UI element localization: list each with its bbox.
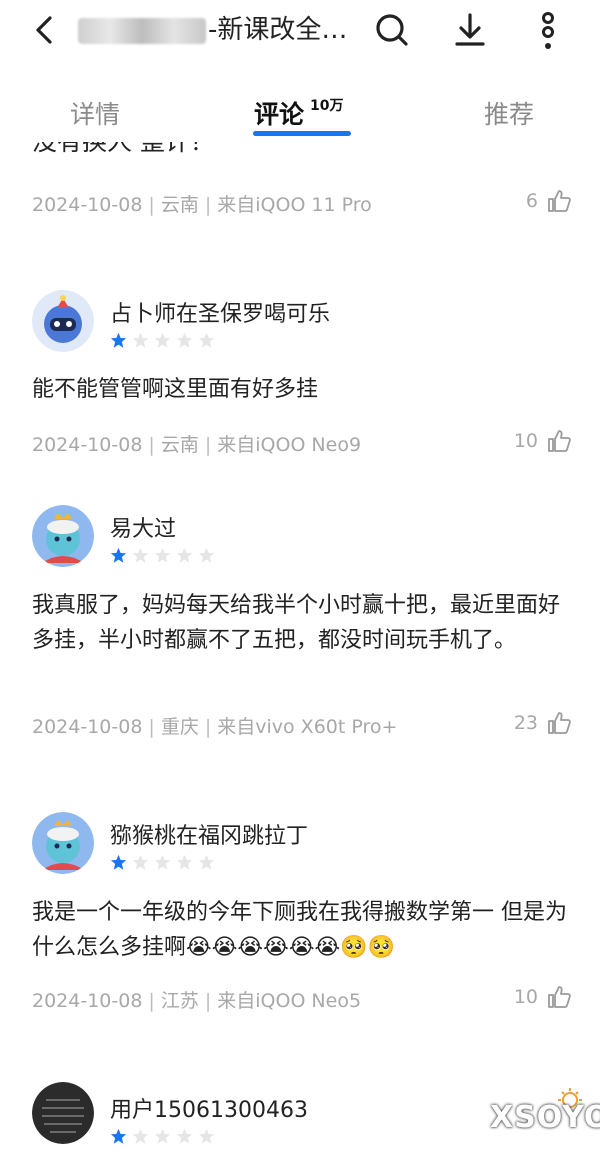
watermark-text: XSOYO — [490, 1100, 600, 1135]
comments-count-badge: 10万 — [310, 98, 344, 114]
star-empty-icon — [154, 332, 171, 348]
like-count: 23 — [513, 712, 538, 734]
star-empty-icon — [154, 1128, 171, 1144]
tab-details[interactable]: 详情 — [70, 95, 120, 131]
comment-content: 我真服了，妈妈每天给我半个小时赢十把，最近里面好多挂，半小时都赢不了五把，都没时… — [32, 593, 561, 653]
comment-content: 没有换人 整计？ — [32, 142, 332, 158]
star-empty-icon — [176, 547, 193, 563]
more-button[interactable] — [528, 10, 568, 50]
star-filled-icon — [110, 332, 127, 348]
star-empty-icon — [198, 854, 215, 870]
star-empty-icon — [132, 1128, 149, 1144]
comment-date: 2024-10-08 — [32, 716, 143, 738]
star-rating — [110, 547, 215, 564]
comment-meta: 2024-10-08 | 云南 | 来自iQOO Neo9 — [32, 434, 362, 456]
avatar[interactable] — [32, 1082, 94, 1144]
comment-region: 云南 — [160, 434, 199, 456]
star-empty-icon — [198, 332, 215, 348]
tab-recommend[interactable]: 推荐 — [484, 95, 534, 131]
search-icon — [376, 14, 408, 46]
star-empty-icon — [198, 547, 215, 563]
comment-device: 来自vivo X60t Pro+ — [217, 716, 398, 738]
like-count: 6 — [525, 190, 538, 212]
dark-text-avatar-icon — [32, 1082, 94, 1144]
active-tab-indicator — [253, 131, 351, 136]
star-rating — [110, 854, 215, 871]
like-count: 10 — [513, 430, 538, 452]
star-empty-icon — [154, 547, 171, 563]
avatar[interactable] — [32, 290, 94, 352]
star-empty-icon — [198, 1128, 215, 1144]
page-title: -新课改全… — [208, 15, 348, 45]
star-empty-icon — [132, 854, 149, 870]
like-button[interactable]: 10 — [514, 984, 572, 1010]
cartoon-avatar-icon — [32, 812, 94, 874]
star-filled-icon — [110, 854, 127, 870]
comment-meta: 2024-10-08 | 江苏 | 来自iQOO Neo5 — [32, 990, 362, 1012]
comment-date: 2024-10-08 — [32, 434, 143, 456]
back-button[interactable] — [28, 12, 64, 48]
comment-region: 江苏 — [160, 990, 199, 1012]
robot-avatar-icon — [32, 290, 94, 352]
like-button[interactable]: 10 — [514, 428, 572, 454]
thumbs-up-icon — [548, 986, 571, 1008]
search-button[interactable] — [372, 10, 412, 50]
comment-username[interactable]: 猕猴桃在福冈跳拉丁 — [110, 818, 308, 850]
star-empty-icon — [132, 332, 149, 348]
comment-meta: 2024-10-08 | 重庆 | 来自vivo X60t Pro+ — [32, 716, 398, 738]
comment-content: 我是一个一年级的今年下厕我在我得搬数学第一 但是为什么怎么多挂啊😭😭😭😭😭😭🥺🥺 — [32, 900, 567, 960]
tab-bar: 详情 评论 10万 推荐 — [0, 85, 600, 145]
avatar[interactable] — [32, 812, 94, 874]
avatar[interactable] — [32, 505, 94, 567]
thumbs-up-icon — [548, 430, 571, 452]
partial-comment-content: 没有换人 整计？ — [32, 142, 332, 158]
like-count: 10 — [513, 986, 538, 1008]
star-rating — [110, 332, 215, 349]
comment-username[interactable]: 用户15061300463 — [110, 1092, 308, 1124]
watermark: XSOYO — [484, 1088, 600, 1148]
comment-device: 来自iQOO 11 Pro — [217, 194, 372, 216]
more-vertical-icon — [542, 12, 554, 49]
comment-content: 能不能管管啊这里面有好多挂 — [32, 377, 319, 402]
like-button[interactable]: 23 — [514, 710, 572, 736]
comment-username[interactable]: 易大过 — [110, 511, 176, 543]
download-icon — [455, 13, 485, 46]
tab-comments[interactable]: 评论 — [254, 95, 304, 131]
cartoon-avatar-icon — [32, 505, 94, 567]
comment-meta: 2024-10-08 | 云南 | 来自iQOO 11 Pro — [32, 194, 372, 216]
thumbs-up-icon — [548, 190, 571, 212]
star-empty-icon — [132, 547, 149, 563]
comment-date: 2024-10-08 — [32, 990, 143, 1012]
comment-username[interactable]: 占卜师在圣保罗喝可乐 — [110, 296, 330, 328]
chevron-left-icon — [36, 16, 52, 44]
blurred-title-segment — [78, 18, 206, 44]
comment-region: 重庆 — [160, 716, 199, 738]
comment-device: 来自iQOO Neo5 — [217, 990, 362, 1012]
like-button[interactable]: 6 — [526, 188, 572, 214]
star-empty-icon — [176, 854, 193, 870]
thumbs-up-icon — [548, 712, 571, 734]
star-empty-icon — [176, 332, 193, 348]
star-rating — [110, 1128, 215, 1145]
top-bar: -新课改全… — [0, 0, 600, 60]
comment-date: 2024-10-08 — [32, 194, 143, 216]
star-filled-icon — [110, 547, 127, 563]
star-filled-icon — [110, 1128, 127, 1144]
star-empty-icon — [154, 854, 171, 870]
download-button[interactable] — [450, 10, 490, 50]
comment-region: 云南 — [160, 194, 199, 216]
comment-device: 来自iQOO Neo9 — [217, 434, 362, 456]
star-empty-icon — [176, 1128, 193, 1144]
